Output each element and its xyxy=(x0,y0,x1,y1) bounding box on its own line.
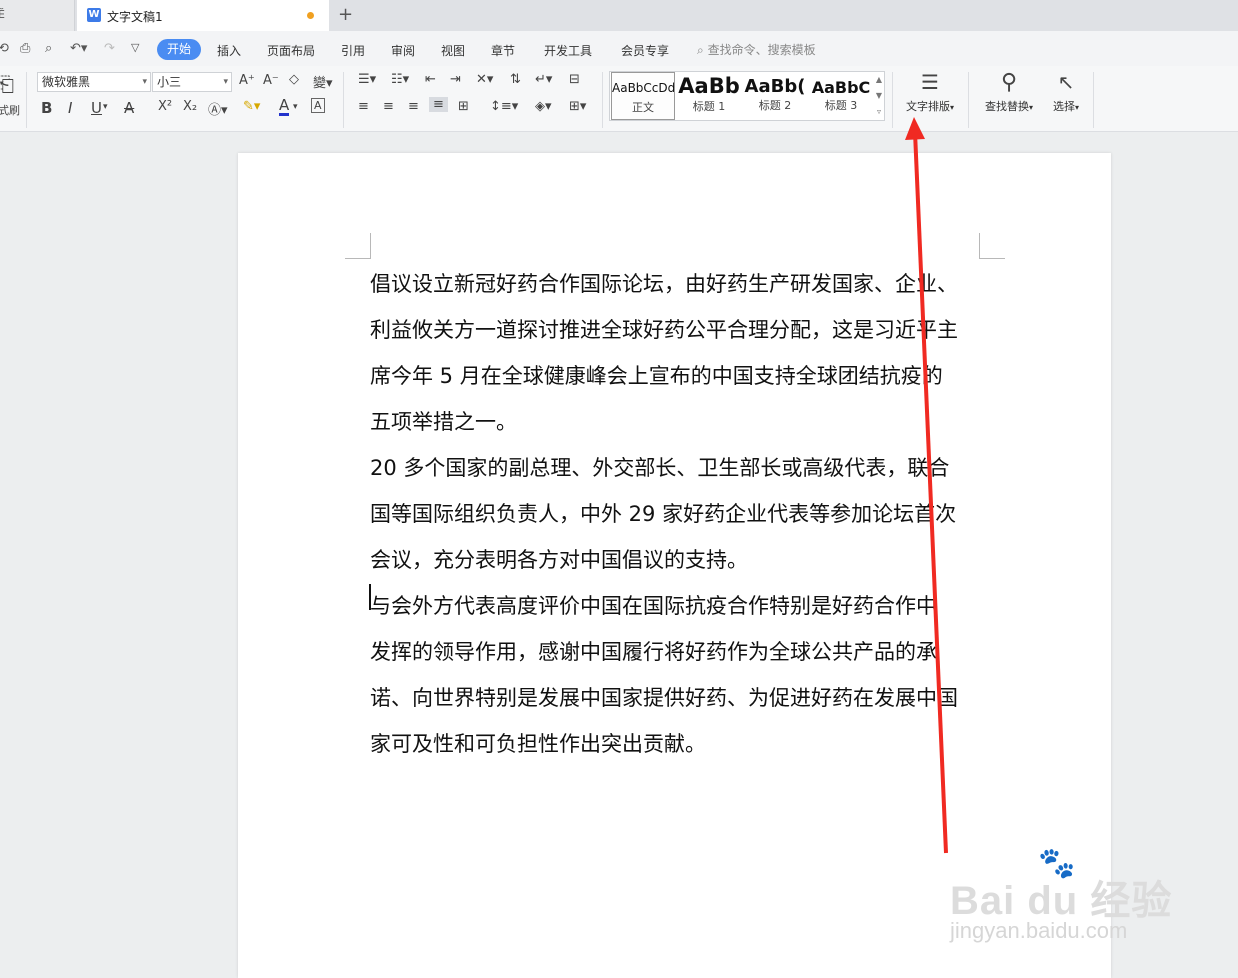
annotation-arrow-shaft xyxy=(913,131,948,854)
annotation-arrow xyxy=(905,117,948,854)
watermark: 🐾 Bai du 经验 jingyan.baidu.com xyxy=(950,846,1180,960)
watermark-url: jingyan.baidu.com xyxy=(950,918,1128,943)
annotation-arrow-head xyxy=(905,117,925,140)
